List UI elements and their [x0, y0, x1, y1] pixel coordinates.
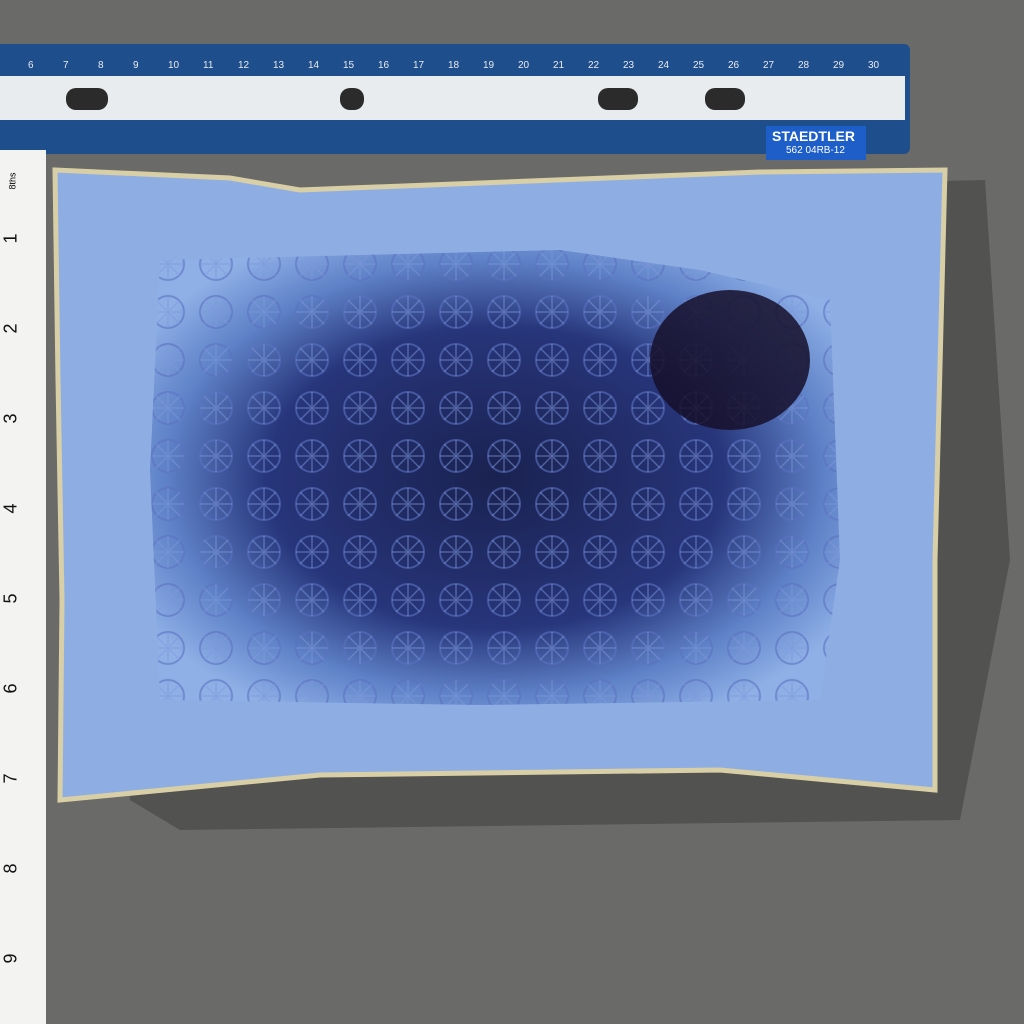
- ruler-model: 562 04RB-12: [786, 145, 845, 156]
- ruler-top: STAEDTLER 562 04RB-12 6 7 8 9 10 11 12 13 14 15 16…: [0, 44, 910, 160]
- ruler-hole: [66, 88, 108, 110]
- ruler-cm-label: 16: [378, 60, 390, 71]
- ruler-inch-label: 9: [0, 953, 21, 964]
- ruler-inch-label: 1: [0, 233, 21, 244]
- ruler-cm-label: 13: [273, 60, 285, 71]
- ruler-cm-label: 19: [483, 60, 495, 71]
- ruler-cm-label: 29: [833, 60, 845, 71]
- ruler-cm-label: 18: [448, 60, 460, 71]
- ruler-hole: [340, 88, 364, 110]
- ruler-cm-label: 30: [868, 60, 880, 71]
- ruler-inch-label: 5: [0, 593, 21, 604]
- ruler-cm-label: 7: [63, 60, 69, 71]
- ruler-inch-label: 7: [0, 773, 21, 784]
- ruler-left: 8ths 1 2 3 4 5 6 7 8 9: [0, 150, 46, 1024]
- ruler-cm-label: 24: [658, 60, 670, 71]
- ruler-cm-label: 23: [623, 60, 635, 71]
- ruler-hole: [598, 88, 638, 110]
- ruler-cm-label: 20: [518, 60, 530, 71]
- ruler-inch-label: 3: [0, 413, 21, 424]
- ruler-cm-label: 25: [693, 60, 705, 71]
- ruler-cm-label: 17: [413, 60, 425, 71]
- ruler-cm-label: 10: [168, 60, 180, 71]
- ruler-cm-label: 27: [763, 60, 775, 71]
- ruler-cm-label: 12: [238, 60, 250, 71]
- ruler-cm-label: 15: [343, 60, 355, 71]
- ruler-hole: [705, 88, 745, 110]
- ruler-cm-label: 14: [308, 60, 320, 71]
- brand-name: STAEDTLER: [772, 128, 855, 144]
- ruler-inch-label: 2: [0, 323, 21, 334]
- ruler-inch-label: 4: [0, 503, 21, 514]
- ruler-inch-label: 8: [0, 863, 21, 874]
- photo-scene: STAEDTLER 562 04RB-12 6 7 8 9 10 11 12 13 14 15 16…: [0, 0, 1024, 1024]
- ruler-cm-label: 9: [133, 60, 139, 71]
- dark-patch: [650, 290, 810, 430]
- ruler-cm-label: 28: [798, 60, 810, 71]
- ruler-unit-label: 8ths: [7, 172, 18, 190]
- ruler-inch-label: 6: [0, 683, 21, 694]
- ruler-cm-label: 26: [728, 60, 740, 71]
- ruler-cm-label: 6: [28, 60, 34, 71]
- ruler-cm-label: 8: [98, 60, 104, 71]
- ruler-strip: [0, 76, 905, 120]
- ruler-cm-label: 21: [553, 60, 565, 71]
- ruler-cm-label: 11: [203, 60, 214, 71]
- ruler-cm-label: 22: [588, 60, 600, 71]
- ruler-brand-label: STAEDTLER 562 04RB-12: [766, 126, 866, 160]
